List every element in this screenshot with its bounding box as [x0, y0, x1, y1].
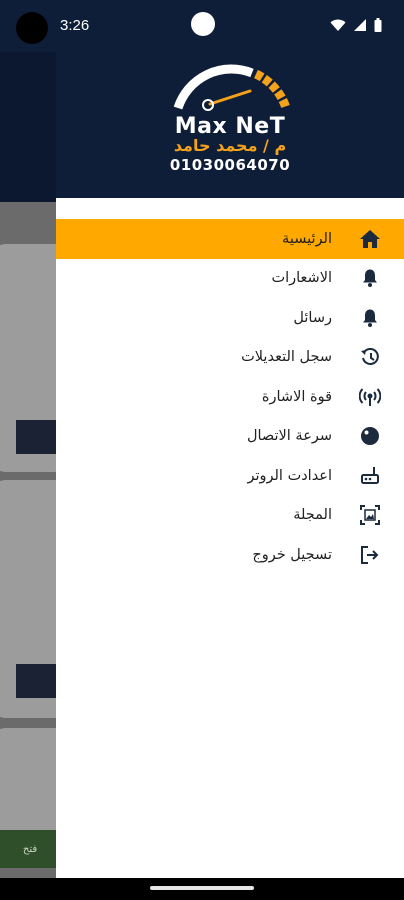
menu-item-signal-strength[interactable]: قوة الاشارة [56, 377, 404, 417]
menu-item-router-settings[interactable]: اعدادت الروتر [56, 456, 404, 496]
status-time: 3:26 [60, 17, 90, 34]
gallery-icon [358, 503, 382, 527]
camera-cutout [16, 12, 48, 44]
speed-ball-icon [358, 424, 382, 448]
signal-tower-icon [358, 385, 382, 409]
owner-name: م / محمد حامد [173, 136, 287, 155]
menu-item-label: رسائل [293, 309, 332, 326]
menu-item-logout[interactable]: تسجيل خروج [56, 535, 404, 575]
bell-icon [358, 306, 382, 330]
system-nav-bar [0, 878, 404, 900]
front-camera [191, 12, 215, 36]
wifi-icon [330, 17, 346, 36]
menu-item-label: قوة الاشارة [261, 388, 332, 405]
menu-item-connection-speed[interactable]: سرعة الاتصال [56, 417, 404, 457]
history-icon [358, 345, 382, 369]
drawer-menu: الرئيسية الاشعارات رسائل سجل التعديلات ق… [56, 219, 404, 575]
drawer-header: Max NeT م / محمد حامد 01030064070 [56, 52, 404, 198]
menu-item-gallery[interactable]: المجلة [56, 496, 404, 536]
menu-item-label: اعدادت الروتر [247, 467, 332, 484]
navigation-drawer: Max NeT م / محمد حامد 01030064070 الرئيس… [56, 52, 404, 878]
menu-item-label: الرئيسية [282, 230, 332, 247]
background-card-block [16, 664, 56, 698]
background-card-block [16, 420, 56, 454]
status-bar: 3:26 [0, 0, 404, 52]
menu-item-change-log[interactable]: سجل التعديلات [56, 338, 404, 378]
menu-item-label: تسجيل خروج [252, 546, 332, 563]
router-icon [358, 464, 382, 488]
menu-item-label: سجل التعديلات [241, 349, 332, 366]
background-open-button: فتح [0, 830, 60, 868]
status-icons [330, 17, 382, 36]
battery-icon [374, 17, 382, 36]
home-gesture-handle[interactable] [150, 886, 254, 890]
signal-icon [353, 17, 367, 36]
screen: 3:26 فتح Max NeT م / محمد حامد 010300640… [0, 0, 404, 900]
home-icon [358, 227, 382, 251]
menu-item-label: سرعة الاتصال [246, 428, 332, 445]
menu-item-label: الاشعارات [271, 270, 332, 287]
menu-item-home[interactable]: الرئيسية [56, 219, 404, 259]
menu-item-notifications[interactable]: الاشعارات [56, 259, 404, 299]
menu-item-messages[interactable]: رسائل [56, 298, 404, 338]
phone-number: 01030064070 [169, 156, 291, 174]
menu-item-label: المجلة [293, 507, 332, 524]
bell-icon [358, 266, 382, 290]
logout-icon [358, 543, 382, 567]
